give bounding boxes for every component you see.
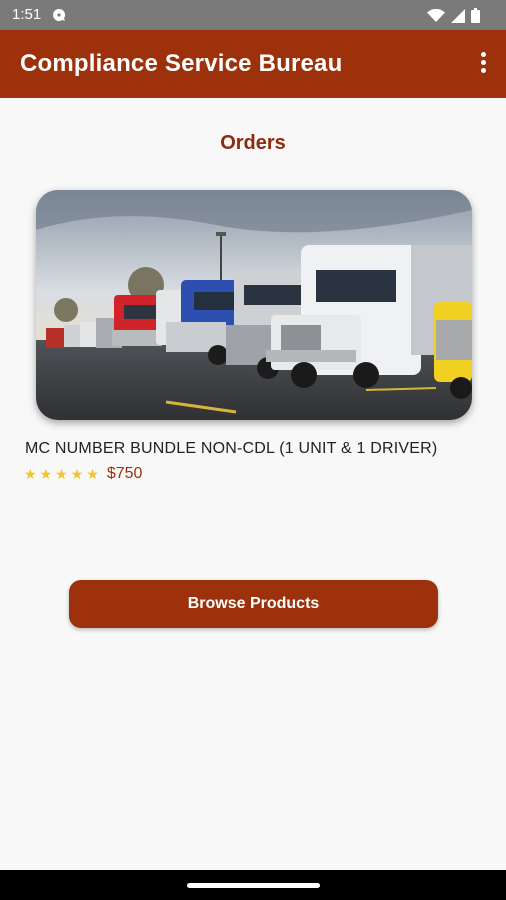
status-bar: 1:51: [0, 0, 506, 30]
order-item-rating: ★ ★ ★ ★ ★ $750: [24, 465, 142, 483]
product-image: [36, 190, 472, 420]
battery-icon: [471, 8, 480, 28]
page-title: Orders: [220, 132, 286, 154]
status-icons: [427, 8, 480, 28]
home-gesture-handle[interactable]: [187, 883, 320, 888]
status-time: 1:51: [12, 6, 42, 23]
chat-notification-icon: [52, 8, 66, 27]
more-vert-icon[interactable]: [478, 52, 488, 78]
star-icon: ★: [86, 465, 99, 482]
star-icon: ★: [24, 465, 37, 482]
order-item-price: $750: [106, 465, 143, 482]
signal-icon: [451, 8, 465, 28]
system-navigation-bar: [0, 870, 506, 900]
app-bar: Compliance Service Bureau: [0, 30, 506, 98]
order-item-name: MC NUMBER BUNDLE NON-CDL (1 UNIT & 1 DRI…: [25, 440, 438, 457]
order-item-card[interactable]: [36, 190, 472, 420]
app-title: Compliance Service Bureau: [20, 50, 343, 77]
wifi-icon: [427, 8, 445, 28]
star-icon: ★: [70, 465, 84, 482]
browse-products-button[interactable]: Browse Products: [69, 580, 438, 628]
star-icon: ★: [55, 465, 68, 482]
star-icon: ★: [39, 465, 53, 482]
